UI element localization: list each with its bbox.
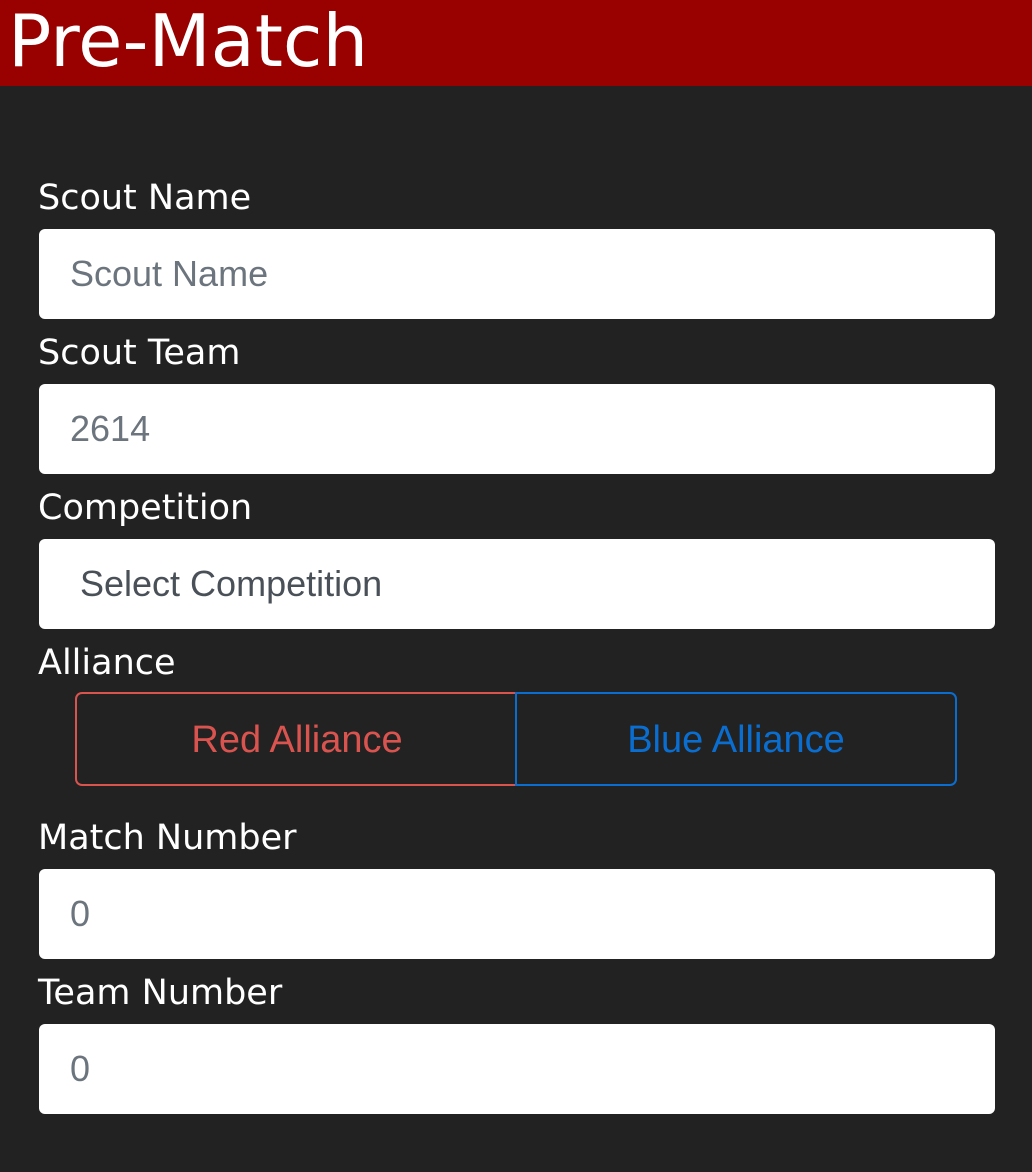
blue-alliance-button[interactable]: Blue Alliance xyxy=(515,692,957,786)
team-number-input[interactable] xyxy=(39,1024,995,1114)
scout-name-input[interactable] xyxy=(39,229,995,319)
red-alliance-button[interactable]: Red Alliance xyxy=(75,692,517,786)
match-number-input[interactable] xyxy=(39,869,995,959)
competition-select[interactable]: Select Competition xyxy=(39,539,995,629)
match-number-label: Match Number xyxy=(38,818,297,858)
team-number-label: Team Number xyxy=(38,973,283,1013)
alliance-toggle-group: Red Alliance Blue Alliance xyxy=(75,692,957,786)
competition-label: Competition xyxy=(38,488,253,528)
alliance-label: Alliance xyxy=(38,643,176,683)
page-header: Pre-Match xyxy=(0,0,1032,86)
page-title: Pre-Match xyxy=(8,0,369,83)
scout-team-label: Scout Team xyxy=(38,333,241,373)
scout-name-label: Scout Name xyxy=(38,178,252,218)
competition-selected-value: Select Competition xyxy=(80,563,383,604)
scout-team-input[interactable] xyxy=(39,384,995,474)
